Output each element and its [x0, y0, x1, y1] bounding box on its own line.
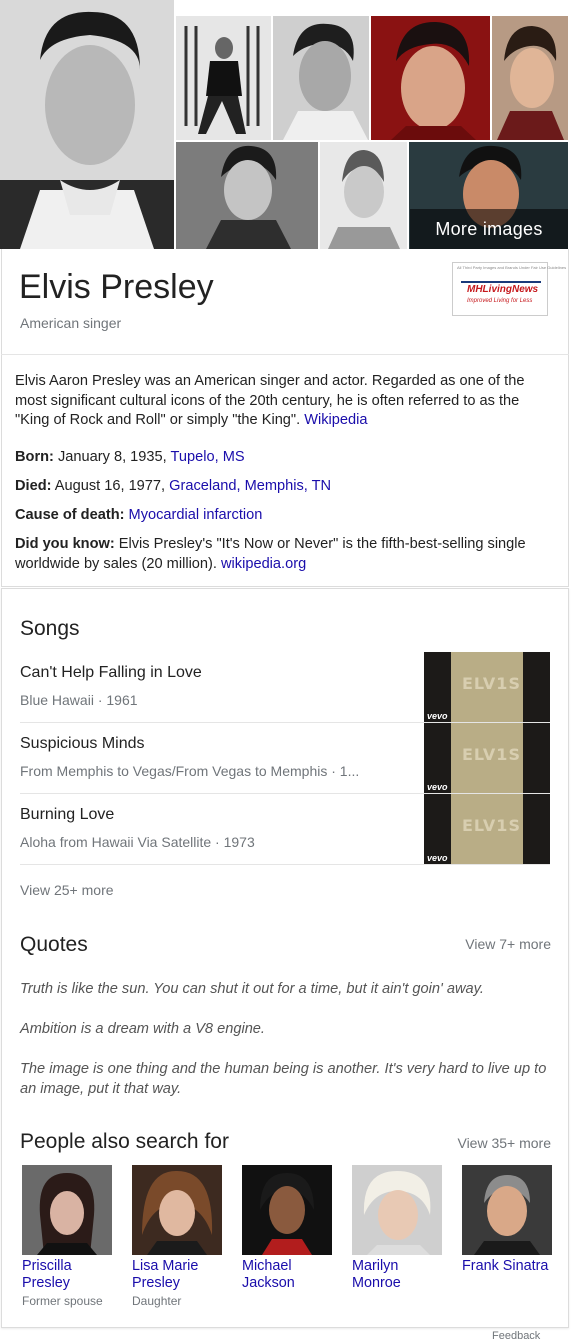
logo-bar — [461, 281, 541, 283]
fact-did-you-know: Did you know: Elvis Presley's "It's Now … — [15, 535, 555, 574]
gallery-photo[interactable] — [320, 142, 407, 249]
birthplace-link[interactable]: Tupelo, MS — [171, 449, 245, 465]
person-name[interactable]: Priscilla Presley — [22, 1258, 114, 1292]
person-card[interactable]: Frank Sinatra — [462, 1165, 554, 1277]
person-name[interactable]: Lisa Marie Presley — [132, 1258, 224, 1292]
fact-died: Died: August 16, 1977, Graceland, Memphi… — [15, 477, 555, 497]
description-text: Elvis Aaron Presley was an American sing… — [15, 373, 525, 428]
image-strip: More images — [0, 0, 570, 249]
view-more-quotes-link[interactable]: View 7+ more — [465, 936, 551, 952]
person-photo[interactable] — [462, 1165, 552, 1255]
quote-text: Ambition is a dream with a V8 engine. — [20, 1021, 265, 1037]
song-thumbnail[interactable]: ELV1S vevo — [424, 723, 550, 794]
person-name[interactable]: Michael Jackson — [242, 1258, 334, 1292]
fact-label: Born: — [15, 449, 54, 465]
person-photo[interactable] — [352, 1165, 442, 1255]
album-art-text: ELV1S — [462, 674, 521, 693]
fact-label: Did you know: — [15, 536, 115, 552]
song-meta: From Memphis to Vegas/From Vegas to Memp… — [20, 763, 360, 779]
mhlivingnews-logo: All Third Party Images and Brands Under … — [452, 262, 566, 316]
person-relation: Daughter — [132, 1294, 182, 1308]
view-more-people-link[interactable]: View 35+ more — [457, 1135, 551, 1151]
divider — [1, 354, 569, 355]
songs-heading: Songs — [20, 617, 80, 640]
person-card[interactable]: Marilyn Monroe — [352, 1165, 444, 1294]
fact-label: Died: — [15, 478, 52, 494]
song-thumbnail[interactable]: ELV1S vevo — [424, 794, 550, 865]
person-card[interactable]: Michael Jackson — [242, 1165, 334, 1294]
person-photo[interactable] — [132, 1165, 222, 1255]
album-art-text: ELV1S — [462, 745, 521, 764]
logo-disclaimer: All Third Party Images and Brands Under … — [457, 265, 567, 270]
person-card[interactable]: Priscilla Presley Former spouse — [22, 1165, 114, 1308]
song-thumbnail[interactable]: ELV1S vevo — [424, 652, 550, 723]
vevo-logo: vevo — [427, 711, 448, 721]
people-heading: People also search for — [20, 1130, 229, 1153]
cause-of-death-link[interactable]: Myocardial infarction — [129, 507, 263, 523]
gallery-photo[interactable] — [371, 16, 490, 140]
gallery-photo[interactable] — [273, 16, 369, 140]
song-row[interactable]: Can't Help Falling in Love Blue Hawaii ·… — [20, 652, 550, 723]
person-name[interactable]: Marilyn Monroe — [352, 1258, 444, 1292]
wikipedia-link[interactable]: Wikipedia — [304, 412, 367, 428]
entity-subtitle: American singer — [20, 315, 122, 331]
source-link[interactable]: wikipedia.org — [221, 556, 306, 572]
view-more-songs-link[interactable]: View 25+ more — [20, 882, 114, 898]
vevo-logo: vevo — [427, 782, 448, 792]
divider — [20, 864, 550, 865]
feedback-link[interactable]: Feedback — [492, 1330, 540, 1339]
fact-cause-of-death: Cause of death: Myocardial infarction — [15, 506, 555, 526]
song-title: Can't Help Falling in Love — [20, 664, 202, 681]
gallery-photo[interactable] — [176, 142, 318, 249]
quotes-heading: Quotes — [20, 933, 88, 956]
vevo-logo: vevo — [427, 853, 448, 863]
gallery-photo[interactable] — [176, 16, 271, 140]
song-title: Suspicious Minds — [20, 735, 145, 752]
person-photo[interactable] — [242, 1165, 332, 1255]
fact-label: Cause of death: — [15, 507, 125, 523]
fact-value: August 16, 1977, — [51, 478, 170, 494]
quote-text: Truth is like the sun. You can shut it o… — [20, 981, 484, 997]
person-name[interactable]: Frank Sinatra — [462, 1258, 554, 1275]
logo-tagline: Improved Living for Less — [467, 298, 533, 304]
person-photo[interactable] — [22, 1165, 112, 1255]
more-images-button[interactable]: More images — [410, 209, 568, 249]
fact-born: Born: January 8, 1935, Tupelo, MS — [15, 448, 555, 468]
album-art-text: ELV1S — [462, 816, 521, 835]
person-card[interactable]: Lisa Marie Presley Daughter — [132, 1165, 224, 1308]
song-row[interactable]: Suspicious Minds From Memphis to Vegas/F… — [20, 723, 550, 794]
song-meta: Blue Hawaii · 1961 — [20, 692, 138, 708]
fact-value: January 8, 1935, — [53, 449, 171, 465]
main-photo[interactable] — [0, 0, 174, 249]
song-title: Burning Love — [20, 806, 115, 823]
entity-description: Elvis Aaron Presley was an American sing… — [15, 372, 553, 431]
song-row[interactable]: Burning Love Aloha from Hawaii Via Satel… — [20, 794, 550, 865]
person-relation: Former spouse — [22, 1294, 103, 1308]
entity-title: Elvis Presley — [19, 268, 214, 306]
quote-text: The image is one thing and the human bei… — [20, 1061, 547, 1097]
gallery-photo[interactable] — [492, 16, 568, 140]
deathplace-link[interactable]: Graceland, Memphis, TN — [169, 478, 331, 494]
song-meta: Aloha from Hawaii Via Satellite · 1973 — [20, 834, 255, 850]
logo-name: MHLivingNews — [467, 284, 539, 295]
